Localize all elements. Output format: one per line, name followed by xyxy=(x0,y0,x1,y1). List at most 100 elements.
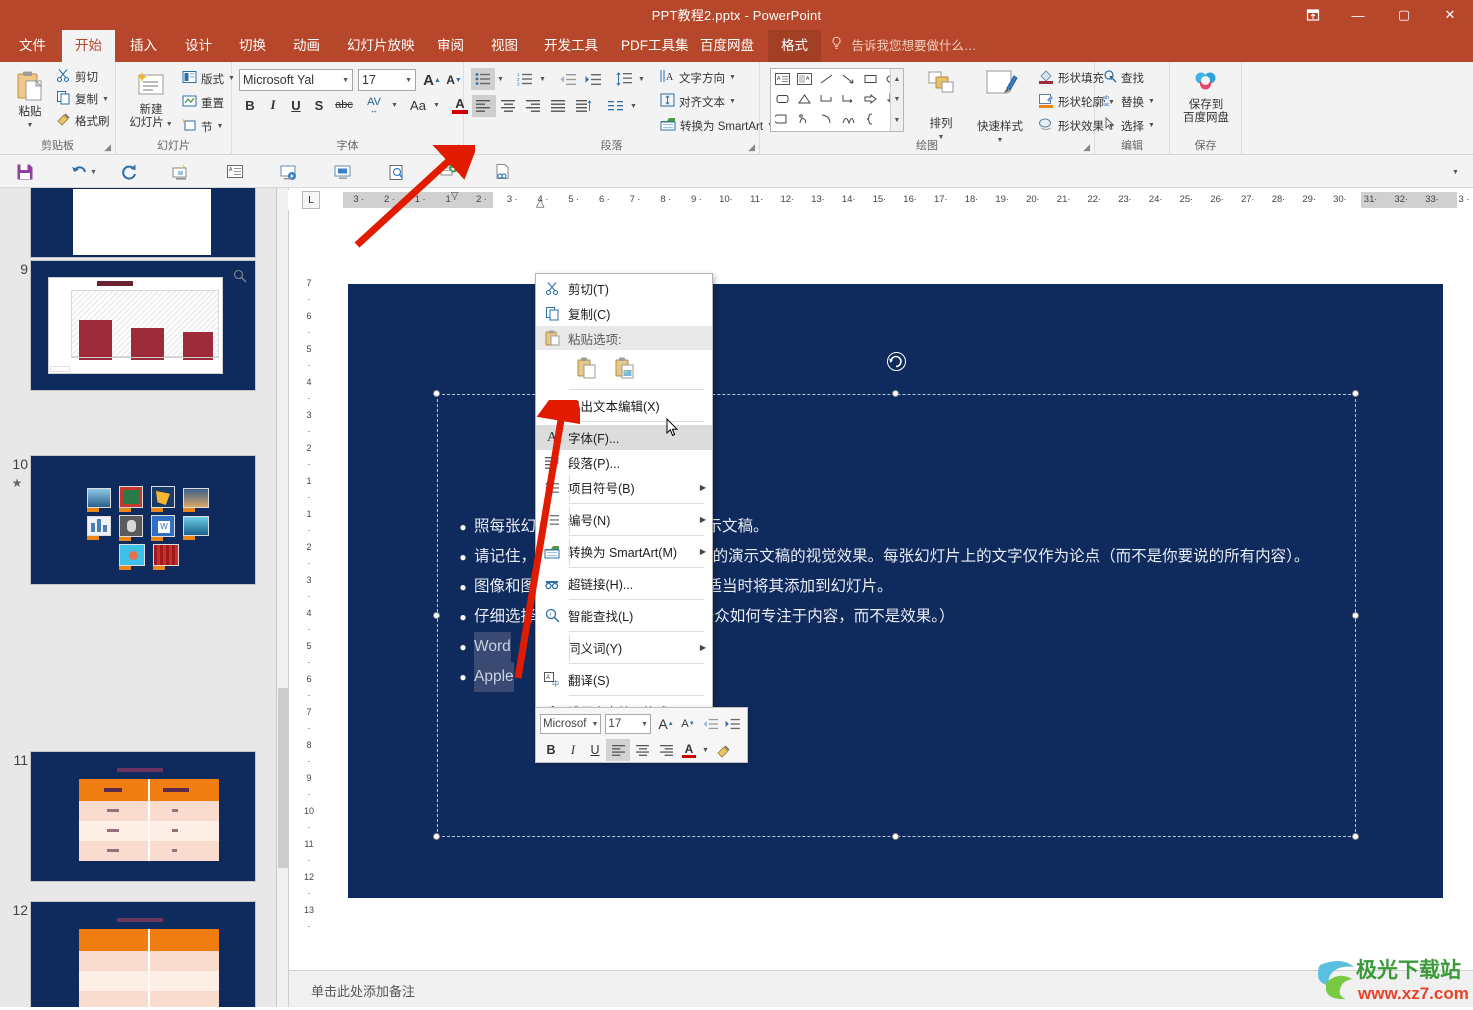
shape-pentagon-cut-icon[interactable] xyxy=(771,109,793,129)
mini-underline-button[interactable]: U xyxy=(584,739,606,761)
resize-handle-nw[interactable] xyxy=(433,390,440,397)
slide-thumbnail-10[interactable]: W xyxy=(30,455,256,585)
paste-button[interactable]: 粘贴 ▼ xyxy=(6,67,54,135)
undo-icon[interactable] xyxy=(66,159,92,185)
mini-font-size-caret[interactable]: ▼ xyxy=(641,721,648,728)
shape-arrow-icon[interactable] xyxy=(837,69,859,89)
numbering-icon[interactable]: 123 xyxy=(513,68,537,90)
tab-slideshow[interactable]: 幻灯片放映 xyxy=(334,30,428,62)
slide-thumbnail-pane[interactable]: 9 10 ★ W 11 12 xyxy=(0,188,277,1007)
slide-thumbnail-11[interactable] xyxy=(30,751,256,882)
shape-right-arrow-icon[interactable] xyxy=(859,89,881,109)
line-spacing-caret[interactable]: ▼ xyxy=(638,76,645,83)
context-menu-item[interactable]: 项目符号(B) ▶ xyxy=(536,475,712,500)
undo-caret[interactable]: ▼ xyxy=(90,169,97,176)
rotate-handle[interactable] xyxy=(887,352,906,371)
underline-button[interactable]: U xyxy=(285,94,307,116)
shapes-scroll-down-icon[interactable]: ▼ xyxy=(891,90,903,111)
context-menu-item[interactable]: 超链接(H)... xyxy=(536,571,712,596)
decrease-font-size-button[interactable]: A ▼ xyxy=(443,69,465,91)
tab-home[interactable]: 开始 xyxy=(62,30,115,62)
columns-icon[interactable] xyxy=(604,95,628,117)
context-menu-item[interactable]: A 字体(F)... xyxy=(536,425,712,450)
mini-font-name-combobox[interactable]: Microsof ▼ xyxy=(540,714,602,734)
tab-file[interactable]: 文件 xyxy=(6,30,59,62)
horizontal-ruler[interactable]: 3 · 2 · 1 · 1 · 2 · 3 · 4 · 5 · 6 · 7 · 8 · 9 · 10 · 11 · 12 · 13 · 14 · 1… xyxy=(288,190,1469,210)
tab-animations[interactable]: 动画 xyxy=(280,30,333,62)
minimize-button[interactable]: — xyxy=(1335,0,1381,30)
slideshow-icon[interactable] xyxy=(276,159,302,185)
context-menu-item[interactable]: 1 2 3 编号(N) ▶ xyxy=(536,507,712,532)
mini-formatting-toolbar[interactable]: Microsof ▼ 17 ▼ A ▲ A ▼ B I U A ▼ xyxy=(535,707,748,763)
redo-icon[interactable] xyxy=(116,159,142,185)
font-name-combobox[interactable]: Microsoft Yal ▼ xyxy=(239,69,353,91)
paste-keep-formatting-icon[interactable] xyxy=(572,353,602,383)
mini-font-color-button[interactable]: A xyxy=(678,739,700,761)
slide-thumbnail-12[interactable] xyxy=(30,901,256,1007)
drawing-dialog-launcher[interactable]: ◢ xyxy=(1083,142,1090,153)
change-case-caret[interactable]: ▼ xyxy=(433,102,440,109)
resize-handle-se[interactable] xyxy=(1352,833,1359,840)
shape-elbow-arrow-icon[interactable] xyxy=(837,89,859,109)
section-dropdown-caret[interactable]: ▼ xyxy=(217,123,224,130)
slide-thumbnail-9[interactable] xyxy=(30,260,256,391)
mini-decrease-indent-icon[interactable] xyxy=(699,713,721,735)
font-name-caret[interactable]: ▼ xyxy=(342,77,349,84)
text-direction-button[interactable]: A 文字方向 ▼ xyxy=(660,69,736,86)
decrease-indent-icon[interactable] xyxy=(556,68,580,90)
context-menu-item[interactable]: 复制(C) xyxy=(536,301,712,326)
bullets-caret[interactable]: ▼ xyxy=(497,76,504,83)
line-spacing-icon[interactable] xyxy=(612,68,636,90)
mini-font-color-caret[interactable]: ▼ xyxy=(702,747,709,754)
notes-pane[interactable]: 单击此处添加备注 xyxy=(289,970,1473,1007)
resize-handle-n[interactable] xyxy=(892,390,899,397)
shape-elbow-connector-icon[interactable] xyxy=(815,89,837,109)
mini-increase-font-button[interactable]: A ▲ xyxy=(655,713,677,735)
mini-align-right-icon[interactable] xyxy=(654,739,678,761)
bold-button[interactable]: B xyxy=(239,94,261,116)
shapes-scroll-up-icon[interactable]: ▲ xyxy=(891,69,903,90)
tab-view[interactable]: 视图 xyxy=(478,30,531,62)
align-right-icon[interactable] xyxy=(522,95,546,117)
preview-icon[interactable] xyxy=(384,159,410,185)
format-painter-button[interactable]: 格式刷 xyxy=(56,112,110,130)
shape-rectangle-icon[interactable] xyxy=(859,69,881,89)
mini-format-painter-icon[interactable] xyxy=(713,739,735,761)
shapes-gallery-scrollbar[interactable]: ▲ ▼ ▼ xyxy=(890,69,903,131)
tab-drawing-tools-format[interactable]: 格式 xyxy=(768,30,821,62)
align-text-caret[interactable]: ▼ xyxy=(729,98,736,105)
bullets-icon[interactable] xyxy=(471,68,495,90)
section-button[interactable]: 节 ▼ xyxy=(182,118,223,135)
spelling-check-icon[interactable] xyxy=(436,159,462,185)
shapes-more-icon[interactable]: ▼ xyxy=(891,110,903,131)
new-slide-dropdown-caret[interactable]: ▼ xyxy=(164,121,173,128)
bullet-text[interactable]: Apple xyxy=(474,662,514,692)
maximize-button[interactable]: ▢ xyxy=(1381,0,1427,30)
align-center-icon[interactable] xyxy=(497,95,521,117)
shape-arc-icon[interactable] xyxy=(815,109,837,129)
shape-line-icon[interactable] xyxy=(815,69,837,89)
thumbnail-pane-scroll-thumb[interactable] xyxy=(278,688,288,868)
new-slide-button[interactable]: 新建 幻灯片 ▼ xyxy=(124,70,178,131)
context-menu-item[interactable]: 同义词(Y) ▶ xyxy=(536,635,712,660)
character-spacing-button[interactable]: AV ↔ xyxy=(358,94,390,116)
find-button[interactable]: 查找 xyxy=(1103,69,1144,86)
copy-button[interactable]: 复制 ▼ xyxy=(56,90,109,108)
arrange-button[interactable]: 排列 ▼ xyxy=(915,68,967,144)
font-size-caret[interactable]: ▼ xyxy=(405,77,412,84)
save-to-baidu-netdisk-button[interactable]: 保存到 百度网盘 xyxy=(1175,68,1237,125)
shape-freeform-icon[interactable] xyxy=(793,109,815,129)
context-menu-item[interactable]: A 中翻译(S) xyxy=(536,667,712,692)
mini-font-name-caret[interactable]: ▼ xyxy=(591,721,598,728)
resize-handle-ne[interactable] xyxy=(1352,390,1359,397)
context-menu-item[interactable]: i 智能查找(L) xyxy=(536,603,712,628)
shape-rounded-rect-icon[interactable] xyxy=(771,89,793,109)
resize-handle-sw[interactable] xyxy=(433,833,440,840)
copy-dropdown-caret[interactable]: ▼ xyxy=(102,96,109,103)
first-line-indent-marker[interactable]: ▽ xyxy=(451,190,458,210)
replace-caret[interactable]: ▼ xyxy=(1148,98,1155,105)
tab-baidu-netdisk[interactable]: 百度网盘 xyxy=(687,30,767,62)
tab-transitions[interactable]: 切换 xyxy=(226,30,279,62)
reset-button[interactable]: 重置 xyxy=(182,94,224,111)
mini-increase-indent-icon[interactable] xyxy=(721,713,743,735)
